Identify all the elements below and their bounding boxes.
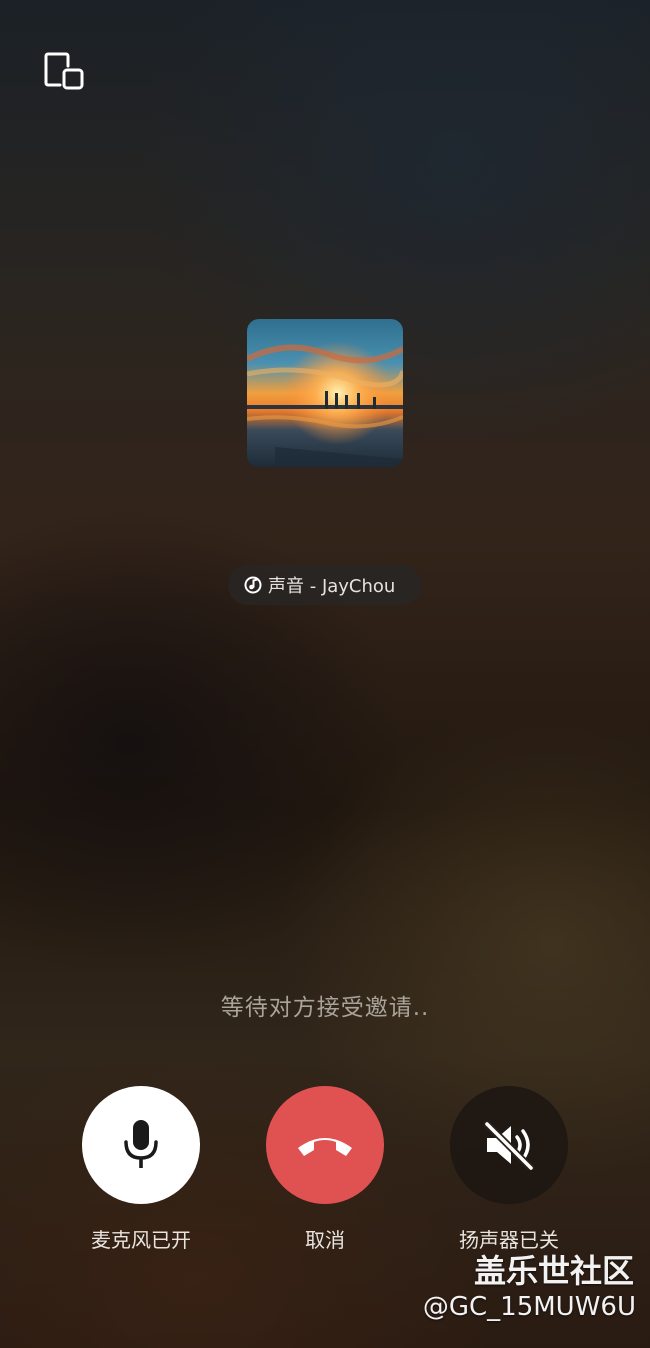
phone-hangup-icon — [298, 1138, 352, 1156]
call-status-text: 等待对方接受邀请.. — [220, 995, 430, 1021]
music-note-icon — [244, 576, 262, 594]
ringtone-label: 声音 - JayChou — [268, 576, 396, 597]
watermark-user: @GC_15MUW6U — [422, 1292, 636, 1322]
contact-avatar — [247, 319, 403, 467]
watermark-title: 盖乐世社区 — [473, 1252, 634, 1290]
picture-in-picture-icon — [44, 52, 84, 90]
microphone-button[interactable] — [82, 1086, 200, 1204]
speaker-muted-icon — [483, 1120, 535, 1170]
picture-in-picture-button[interactable] — [44, 52, 86, 92]
microphone-icon — [124, 1120, 158, 1168]
hang-up-label: 取消 — [305, 1228, 345, 1252]
speaker-button[interactable] — [450, 1086, 568, 1204]
microphone-label: 麦克风已开 — [91, 1228, 191, 1252]
hang-up-button[interactable] — [266, 1086, 384, 1204]
call-ringtone-chip[interactable]: 声音 - JayChou — [228, 565, 422, 605]
